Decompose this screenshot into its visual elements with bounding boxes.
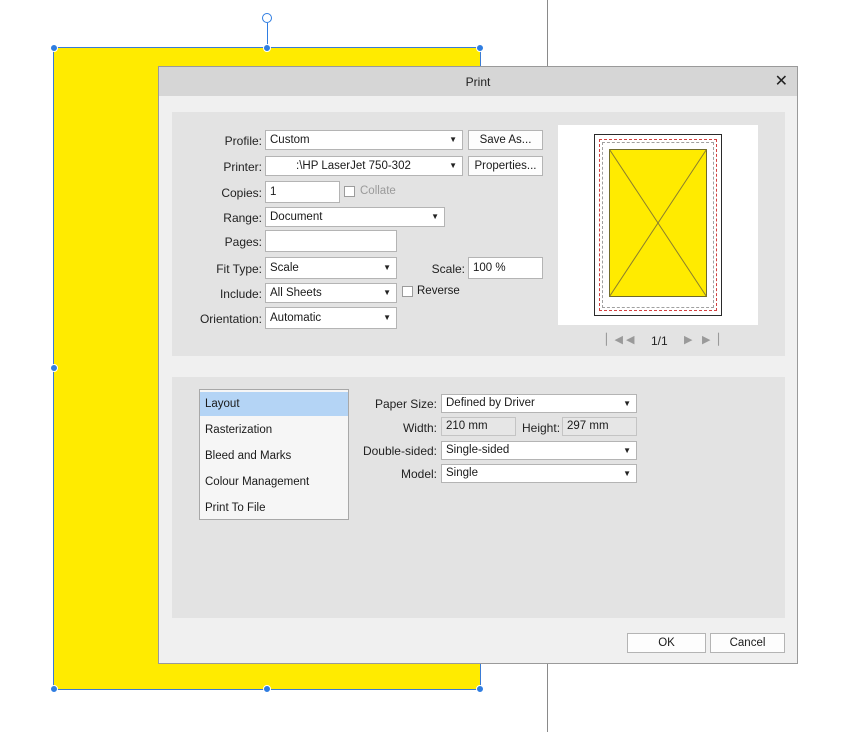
resize-handle-bottom-right[interactable] xyxy=(476,685,484,693)
chevron-down-icon: ▼ xyxy=(449,135,457,144)
height-label: Height: xyxy=(522,421,561,435)
profile-label: Profile: xyxy=(224,134,262,148)
chevron-down-icon: ▼ xyxy=(623,399,631,408)
fit-type-value: Scale xyxy=(270,262,299,274)
chevron-down-icon: ▼ xyxy=(383,313,391,322)
scale-label: Scale: xyxy=(431,262,465,276)
resize-handle-bottom-left[interactable] xyxy=(50,685,58,693)
width-input: 210 mm xyxy=(441,417,516,436)
section-item-colour-management[interactable]: Colour Management xyxy=(200,470,348,494)
collate-label: Collate xyxy=(360,185,396,197)
printer-value: :\HP LaserJet 750-302 xyxy=(296,160,411,172)
model-value: Single xyxy=(446,467,478,479)
resize-handle-bottom[interactable] xyxy=(263,685,271,693)
range-label: Range: xyxy=(223,211,262,225)
double-sided-value: Single-sided xyxy=(446,444,510,456)
paper-size-select[interactable]: Defined by Driver ▼ xyxy=(441,394,637,413)
printer-label: Printer: xyxy=(223,160,262,174)
preview-page xyxy=(594,134,722,316)
copies-input[interactable]: 1 xyxy=(265,181,340,203)
printer-select[interactable]: :\HP LaserJet 750-302 ▼ xyxy=(265,156,463,176)
chevron-down-icon: ▼ xyxy=(383,263,391,272)
include-select[interactable]: All Sheets ▼ xyxy=(265,283,397,303)
last-page-icon[interactable]: ▶▕ xyxy=(702,333,719,346)
chevron-down-icon: ▼ xyxy=(431,212,439,221)
orientation-value: Automatic xyxy=(270,312,322,324)
paper-size-label: Paper Size: xyxy=(374,397,437,411)
section-item-rasterization[interactable]: Rasterization xyxy=(200,418,348,442)
properties-button[interactable]: Properties... xyxy=(468,156,543,176)
paper-size-value: Defined by Driver xyxy=(446,397,535,409)
model-label: Model: xyxy=(400,467,437,481)
section-list: Layout Rasterization Bleed and Marks Col… xyxy=(199,389,349,520)
resize-handle-top[interactable] xyxy=(263,44,271,52)
collate-checkbox[interactable] xyxy=(344,186,355,197)
ok-button[interactable]: OK xyxy=(627,633,706,653)
include-label: Include: xyxy=(219,287,262,301)
resize-handle-left[interactable] xyxy=(50,364,58,372)
double-sided-select[interactable]: Single-sided ▼ xyxy=(441,441,637,460)
width-label: Width: xyxy=(402,421,437,435)
scale-input[interactable]: 100 % xyxy=(468,257,543,279)
pages-label: Pages: xyxy=(224,235,262,249)
resize-handle-top-right[interactable] xyxy=(476,44,484,52)
section-item-print-to-file[interactable]: Print To File xyxy=(200,496,348,520)
prev-page-icon[interactable]: ◀ xyxy=(626,333,634,346)
double-sided-label: Double-sided: xyxy=(362,444,437,458)
print-preview xyxy=(558,125,758,325)
include-value: All Sheets xyxy=(270,287,322,299)
reverse-checkbox[interactable] xyxy=(402,286,413,297)
close-icon[interactable]: ✕ xyxy=(775,71,788,91)
fit-type-label: Fit Type: xyxy=(216,262,262,276)
chevron-down-icon: ▼ xyxy=(623,446,631,455)
first-page-icon[interactable]: ▏◀ xyxy=(606,333,623,346)
cancel-button[interactable]: Cancel xyxy=(710,633,785,653)
reverse-label: Reverse xyxy=(417,285,460,297)
copies-label: Copies: xyxy=(221,186,262,200)
settings-panel: Layout Rasterization Bleed and Marks Col… xyxy=(172,377,785,618)
chevron-down-icon: ▼ xyxy=(623,469,631,478)
preview-artwork xyxy=(609,149,707,297)
page-counter: 1/1 xyxy=(651,334,668,348)
save-as-button[interactable]: Save As... xyxy=(468,130,543,150)
dialog-titlebar[interactable]: Print ✕ xyxy=(159,67,797,96)
dialog-title: Print xyxy=(465,75,491,89)
profile-value: Custom xyxy=(270,134,310,146)
range-value: Document xyxy=(270,211,323,223)
model-select[interactable]: Single ▼ xyxy=(441,464,637,483)
general-panel: Profile: Custom ▼ Save As... Printer: :\H… xyxy=(172,112,785,356)
print-dialog: Print ✕ Profile: Custom ▼ Save As... Prin… xyxy=(158,66,798,664)
section-item-bleed-and-marks[interactable]: Bleed and Marks xyxy=(200,444,348,468)
pages-input[interactable] xyxy=(265,230,397,252)
orientation-label: Orientation: xyxy=(199,312,262,326)
height-input: 297 mm xyxy=(562,417,637,436)
rotation-handle[interactable] xyxy=(262,13,272,23)
profile-select[interactable]: Custom ▼ xyxy=(265,130,463,150)
section-item-layout[interactable]: Layout xyxy=(200,392,348,416)
orientation-select[interactable]: Automatic ▼ xyxy=(265,307,397,329)
fit-type-select[interactable]: Scale ▼ xyxy=(265,257,397,279)
resize-handle-top-left[interactable] xyxy=(50,44,58,52)
chevron-down-icon: ▼ xyxy=(383,288,391,297)
next-page-icon[interactable]: ▶ xyxy=(684,333,692,346)
chevron-down-icon: ▼ xyxy=(449,161,457,170)
range-select[interactable]: Document ▼ xyxy=(265,207,445,227)
